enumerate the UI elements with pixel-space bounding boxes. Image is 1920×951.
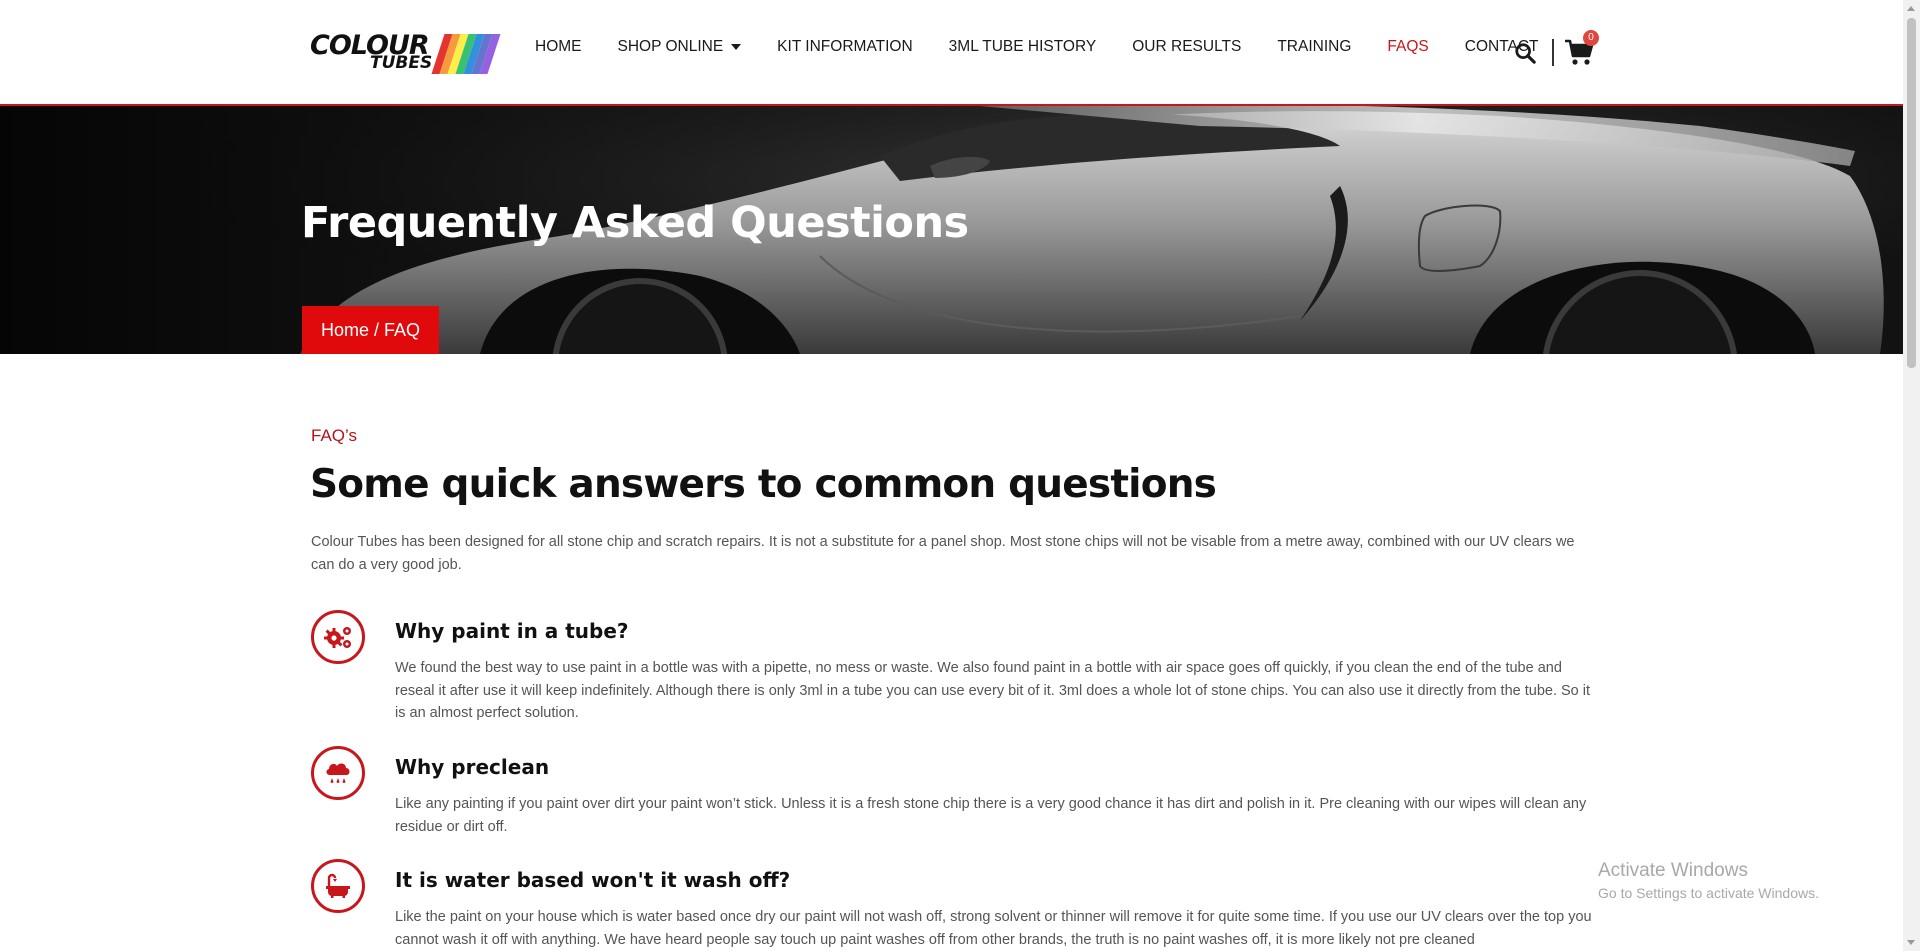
- chevron-down-icon: [731, 44, 742, 50]
- breadcrumb: Home / FAQ: [302, 306, 439, 354]
- breadcrumb-separator: /: [368, 319, 384, 340]
- faq-question: It is water based won't it wash off?: [395, 868, 791, 892]
- faq-question: Why preclean: [395, 755, 550, 779]
- scroll-down-arrow-icon[interactable]: [1907, 940, 1915, 945]
- main-nav: HOME SHOP ONLINE KIT INFORMATION 3ML TUB…: [535, 38, 1575, 56]
- section-eyebrow: FAQ’s: [311, 426, 357, 445]
- site-logo[interactable]: COLOUR TUBES: [310, 32, 501, 76]
- nav-3ml-tube-history[interactable]: 3ML TUBE HISTORY: [949, 38, 1097, 56]
- faq-answer: We found the best way to use paint in a …: [395, 660, 1591, 721]
- scroll-up-arrow-icon[interactable]: [1907, 6, 1915, 11]
- site-header: COLOUR TUBES HOME SHOP ONLINE KIT INFORM…: [0, 0, 1903, 106]
- bathtub-icon: [326, 873, 350, 898]
- search-icon[interactable]: [1514, 42, 1536, 64]
- page-scrollbar[interactable]: [1903, 0, 1920, 951]
- breadcrumb-home-link[interactable]: Home: [321, 320, 369, 341]
- cart-count-badge: 0: [1583, 30, 1599, 46]
- nav-home[interactable]: HOME: [535, 38, 582, 56]
- header-divider: [1552, 39, 1554, 66]
- nav-kit-information[interactable]: KIT INFORMATION: [777, 38, 912, 56]
- scrollbar-thumb[interactable]: [1907, 18, 1916, 368]
- faq-icon-wrapper: [311, 859, 365, 913]
- watermark-line-2: Go to Settings to activate Windows.: [1598, 885, 1819, 901]
- nav-faqs[interactable]: FAQS: [1387, 38, 1428, 56]
- cloud-rain-icon: [326, 763, 350, 784]
- watermark-line-1: Activate Windows: [1598, 860, 1748, 881]
- faq-answer: Like any painting if you paint over dirt…: [395, 796, 1587, 835]
- activate-windows-watermark: Activate Windows Go to Settings to activ…: [1598, 859, 1819, 903]
- nav-shop-online[interactable]: SHOP ONLINE: [618, 38, 742, 56]
- nav-training[interactable]: TRAINING: [1277, 38, 1351, 56]
- faq-icon-wrapper: [311, 610, 365, 664]
- page-title: Frequently Asked Questions: [301, 198, 969, 248]
- section-title: Some quick answers to common questions: [310, 462, 1217, 507]
- logo-rainbow-stripes: [431, 34, 501, 74]
- faq-answer: Like the paint on your house which is wa…: [395, 909, 1592, 948]
- faq-icon-wrapper: [311, 746, 365, 800]
- breadcrumb-current: FAQ: [384, 319, 421, 340]
- nav-our-results[interactable]: OUR RESULTS: [1132, 38, 1241, 56]
- section-intro: Colour Tubes has been designed for all s…: [311, 534, 1575, 573]
- logo-word-tubes: TUBES: [370, 53, 433, 73]
- faq-question: Why paint in a tube?: [395, 619, 629, 643]
- gears-icon: [324, 627, 351, 648]
- page-hero: Frequently Asked Questions Home / FAQ: [0, 106, 1903, 354]
